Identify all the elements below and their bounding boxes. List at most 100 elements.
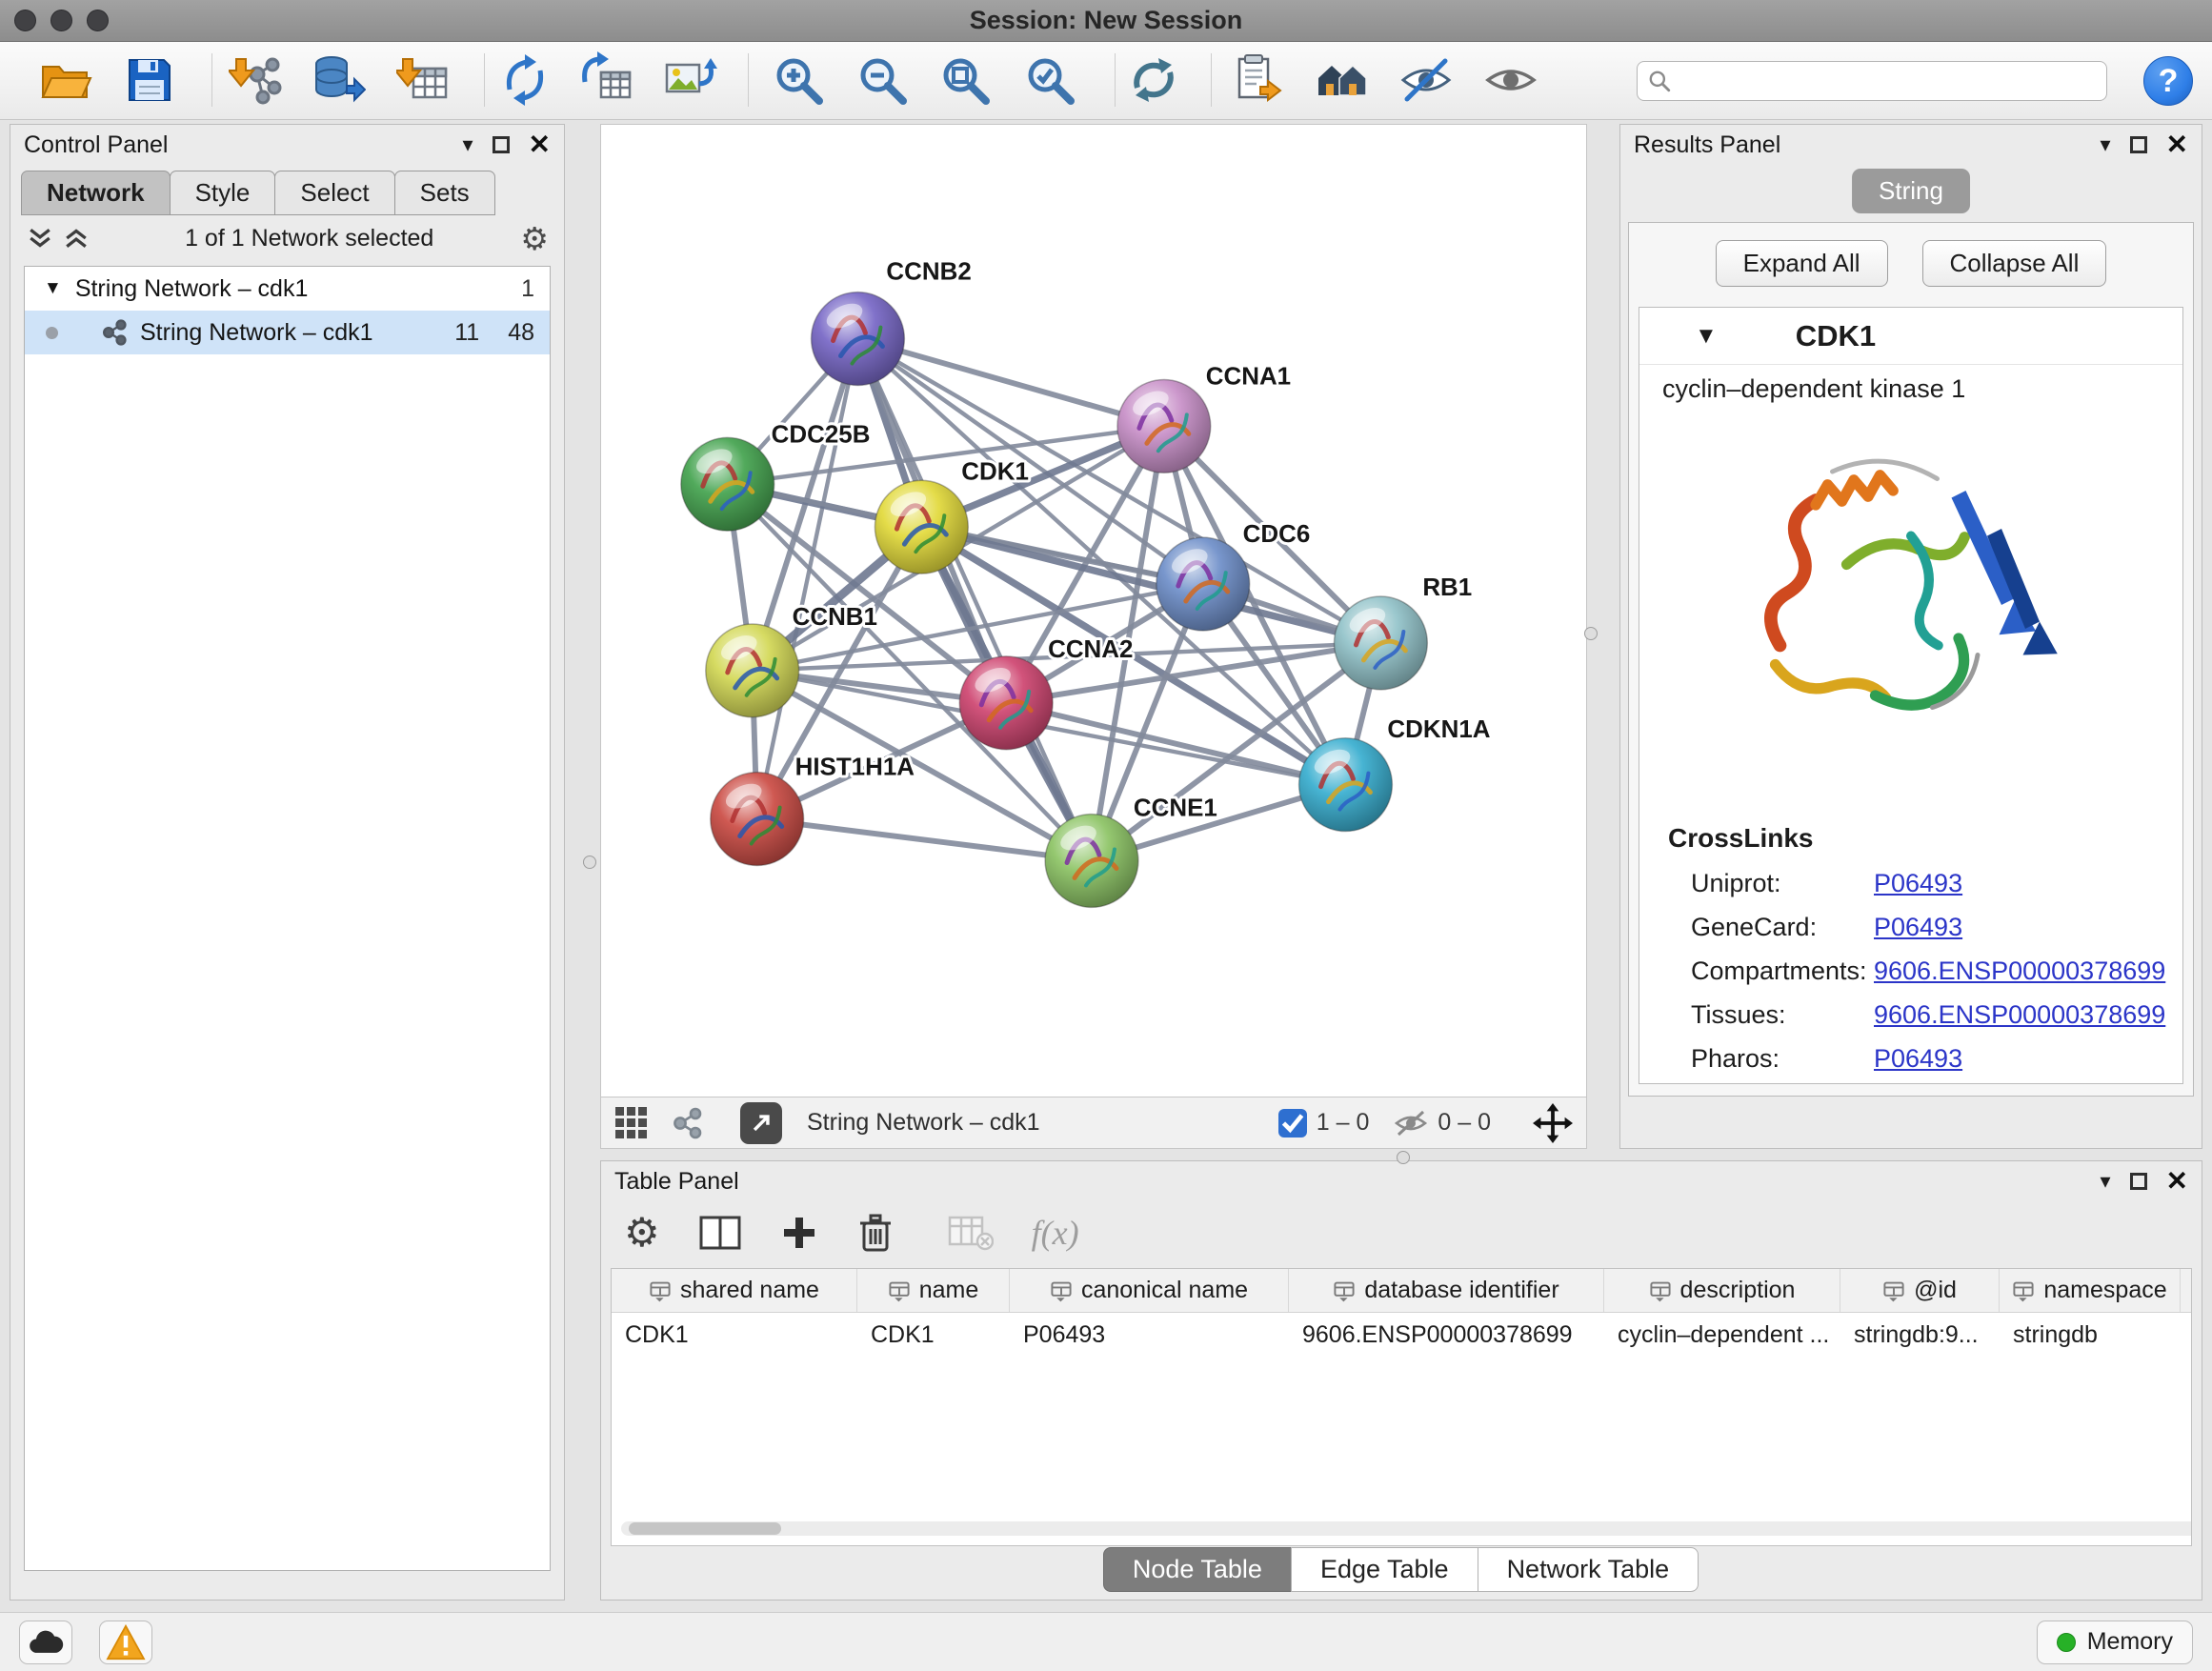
tab-network-table[interactable]: Network Table [1478,1547,1699,1592]
save-session-button[interactable] [121,51,178,109]
panel-float-button[interactable]: ▾ [462,134,473,155]
zoom-fit-button[interactable] [936,51,994,109]
network-options-gear-icon[interactable]: ⚙ [520,223,549,254]
network-selection-status: 1 of 1 Network selected [98,225,520,252]
birdseye-view-icon[interactable] [670,1106,704,1140]
network-collection-row[interactable]: ▼ String Network – cdk1 1 [25,267,550,311]
show-columns-button[interactable] [698,1214,742,1252]
entry-collapse-caret-icon[interactable]: ▼ [1695,323,1718,350]
control-panel-header: Control Panel ▾ ✕ [10,125,564,165]
function-builder-button[interactable]: f(x) [1032,1213,1079,1253]
collapse-all-button[interactable]: Collapse All [1922,240,2107,287]
eye-icon [1482,51,1539,109]
export-image-button[interactable] [661,51,718,109]
table-settings-button[interactable]: ⚙ [624,1213,660,1253]
selected-items-checkbox[interactable] [1278,1109,1307,1137]
column-header[interactable]: database identifier [1289,1269,1604,1312]
column-header[interactable]: namespace [2000,1269,2181,1312]
search-icon [1647,69,1672,93]
tab-string[interactable]: String [1852,169,1970,213]
import-network-from-file-button[interactable] [229,51,286,109]
zoom-out-button[interactable] [854,51,911,109]
warnings-button[interactable] [99,1621,152,1664]
network-node[interactable]: HIST1H1A [711,755,915,866]
network-edge[interactable] [857,339,1092,861]
column-header[interactable]: canonical name [1010,1269,1289,1312]
table-row[interactable]: CDK1CDK1P064939606.ENSP00000378699cyclin… [612,1313,2191,1357]
crosslink-value[interactable]: 9606.ENSP00000378699 [1874,1000,2165,1030]
splitter-handle[interactable] [1584,627,1598,640]
import-table-from-file-button[interactable] [396,51,453,109]
session-home-button[interactable] [1315,51,1372,109]
tab-sets[interactable]: Sets [394,171,495,215]
import-network-from-database-button[interactable] [309,51,366,109]
crosslink-value[interactable]: 9606.ENSP00000378699 [1874,956,2165,986]
panel-float-button[interactable]: ▾ [2100,1171,2110,1192]
columns-icon [698,1214,742,1252]
zoom-selected-button[interactable] [1021,51,1078,109]
collapse-all-icon[interactable] [26,226,54,251]
network-node[interactable]: CDKN1A [1299,716,1491,832]
column-header[interactable]: shared name [612,1269,857,1312]
splitter-handle[interactable] [583,856,596,869]
column-header[interactable]: @id [1840,1269,2000,1312]
new-network-from-table-button[interactable] [578,51,635,109]
tab-style[interactable]: Style [170,171,276,215]
show-graphics-details-button[interactable] [1482,51,1539,109]
expand-all-button[interactable]: Expand All [1716,240,1888,287]
toolbar-separator [211,53,212,107]
toggle-annotation-visibility-button[interactable] [1398,51,1455,109]
add-column-button[interactable] [780,1214,818,1252]
zoom-selected-icon [1021,51,1078,109]
panel-close-button[interactable]: ✕ [2166,1168,2188,1195]
panel-close-button[interactable]: ✕ [529,131,551,158]
search-input[interactable] [1679,68,2097,95]
protein-structure-image [1730,419,2092,800]
network-node[interactable]: CDK1 [875,458,1028,574]
tab-node-table[interactable]: Node Table [1103,1547,1292,1592]
panel-maximize-button[interactable] [2130,1173,2147,1190]
expand-all-icon[interactable] [62,226,90,251]
new-network-button[interactable] [496,51,553,109]
open-file-button[interactable] [36,51,93,109]
memory-button[interactable]: Memory [2037,1621,2193,1664]
detach-view-button[interactable] [740,1102,782,1144]
column-type-icon [888,1279,911,1302]
delete-column-button[interactable] [856,1212,895,1254]
tab-edge-table[interactable]: Edge Table [1291,1547,1478,1592]
network-edge[interactable] [757,339,858,819]
hidden-items-icon[interactable] [1394,1109,1428,1137]
open-folder-icon [36,51,93,109]
column-header[interactable]: name [857,1269,1010,1312]
tree-expand-caret-icon[interactable]: ▼ [44,278,62,299]
network-node[interactable]: CCNB1 [706,604,877,717]
panel-float-button[interactable]: ▾ [2100,134,2110,155]
cloud-button[interactable] [19,1621,72,1664]
network-node[interactable]: RB1 [1335,574,1473,690]
crosslink-value[interactable]: P06493 [1874,869,1962,898]
protein-entry-header[interactable]: ▼ CDK1 [1639,308,2182,365]
network-row-selected[interactable]: String Network – cdk1 11 48 [25,311,550,354]
tab-select[interactable]: Select [274,171,394,215]
zoom-fit-icon [936,51,994,109]
refresh-view-button[interactable] [1125,51,1182,109]
table-horizontal-scrollbar[interactable] [621,1521,2192,1536]
panel-maximize-button[interactable] [493,136,510,153]
network-canvas[interactable]: CCNB2CCNA1CDC25BCDK1CDC6RB1CCNB1CCNA2CDK… [600,124,1587,1097]
network-node[interactable]: CCNA1 [1117,363,1291,473]
clone-network-button[interactable] [1228,51,1285,109]
crosslink-value[interactable]: P06493 [1874,1044,1962,1074]
crosslink-value[interactable]: P06493 [1874,913,1962,942]
search-box[interactable] [1637,61,2107,101]
pan-move-icon[interactable] [1533,1103,1573,1143]
help-button[interactable]: ? [2143,56,2193,106]
column-header[interactable]: description [1604,1269,1840,1312]
panel-maximize-button[interactable] [2130,136,2147,153]
tab-network[interactable]: Network [21,171,171,215]
network-edge[interactable] [757,819,1092,861]
panel-close-button[interactable]: ✕ [2166,131,2188,158]
zoom-in-button[interactable] [770,51,827,109]
grid-view-icon[interactable] [614,1106,649,1140]
scrollbar-thumb[interactable] [629,1522,781,1535]
splitter-handle[interactable] [1397,1151,1410,1164]
